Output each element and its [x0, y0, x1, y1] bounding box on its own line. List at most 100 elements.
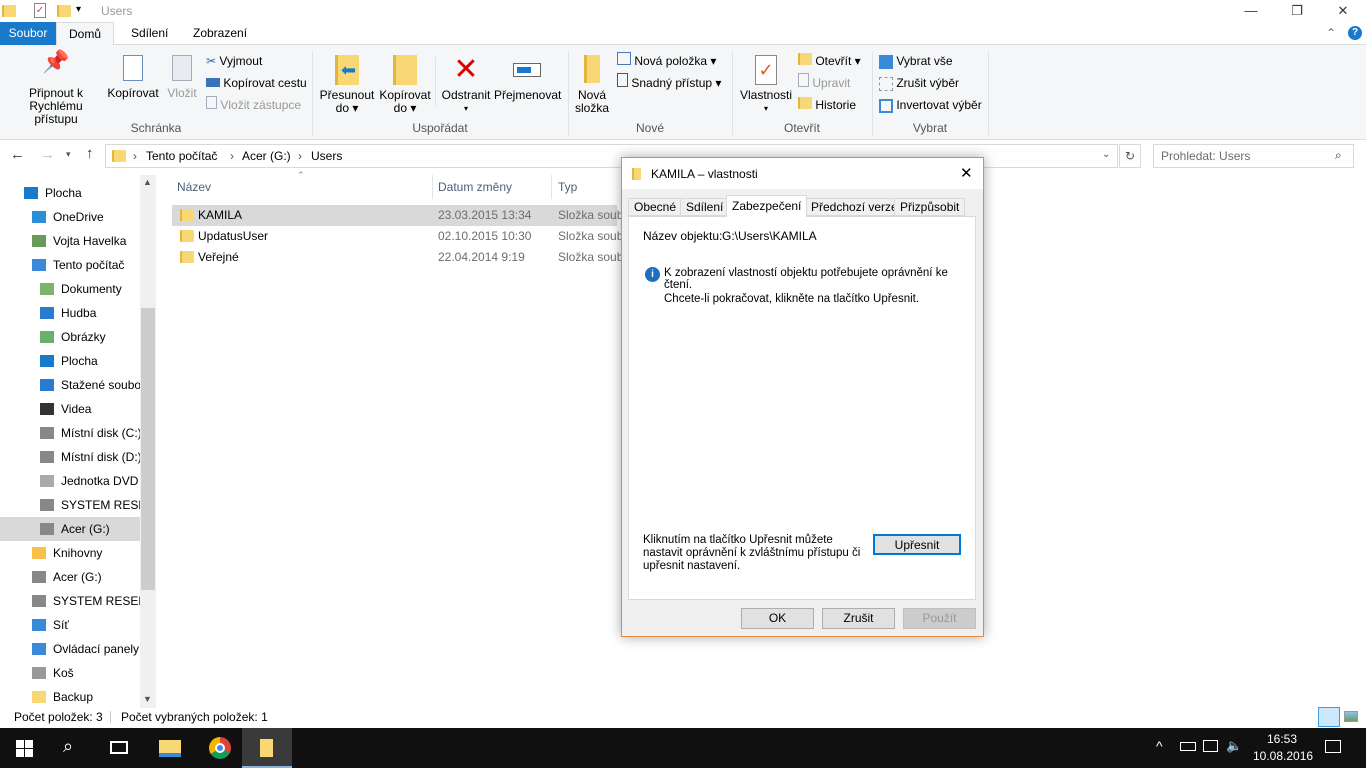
forward-button[interactable]: → — [40, 146, 55, 163]
refresh-button[interactable]: ↻ — [1119, 144, 1141, 168]
copy-to-button[interactable]: Kopírovat do ▾ — [378, 55, 432, 115]
breadcrumb-this-pc[interactable]: Tento počítač — [146, 149, 217, 163]
battery-icon[interactable] — [1180, 742, 1196, 751]
cut-button[interactable]: ✂ Vyjmout — [206, 51, 262, 71]
nav-item[interactable]: Síť — [0, 613, 140, 637]
volume-icon[interactable]: 🔈 — [1226, 738, 1242, 754]
search-input[interactable]: Prohledat: Users ⌕ — [1153, 144, 1354, 168]
paste-shortcut-button[interactable]: Vložit zástupce — [206, 95, 301, 115]
nav-item[interactable]: Plocha — [0, 181, 140, 205]
nav-item[interactable]: Jednotka DVD RW — [0, 469, 140, 493]
action-center-icon[interactable] — [1325, 740, 1341, 753]
nav-item[interactable]: Obrázky — [0, 325, 140, 349]
nav-item[interactable]: Koš — [0, 661, 140, 685]
nav-item[interactable]: OneDrive — [0, 205, 140, 229]
breadcrumb-users[interactable]: Users — [311, 149, 342, 163]
apply-button[interactable]: Použít — [903, 608, 976, 629]
advanced-button[interactable]: Upřesnit — [873, 534, 961, 555]
column-date[interactable]: Datum změny — [438, 180, 512, 194]
copy-path-button[interactable]: Kopírovat cestu — [206, 73, 307, 93]
ok-button[interactable]: OK — [741, 608, 814, 629]
nav-item[interactable]: Plocha — [0, 349, 140, 373]
paste-button[interactable]: Vložit — [164, 55, 200, 100]
close-button[interactable]: ✕ — [1320, 0, 1366, 22]
properties-quick-icon[interactable]: ✓ — [34, 3, 46, 18]
scroll-down-icon[interactable]: ▼ — [143, 694, 152, 704]
tab-general[interactable]: Obecné — [628, 198, 683, 216]
open-button[interactable]: Otevřít ▾ — [798, 51, 861, 71]
details-view-button[interactable] — [1318, 707, 1340, 727]
explorer-window-taskbar-button[interactable] — [242, 728, 292, 768]
show-hidden-icons[interactable]: ^ — [1156, 738, 1163, 754]
nav-item[interactable]: Místní disk (C:) — [0, 421, 140, 445]
recent-locations-button[interactable]: ▾ — [66, 149, 71, 160]
select-none-button[interactable]: Zrušit výběr — [879, 73, 959, 93]
collapse-ribbon-icon[interactable]: ⌃ — [1326, 26, 1336, 40]
scroll-up-icon[interactable]: ▲ — [143, 177, 152, 187]
column-type[interactable]: Typ — [558, 180, 577, 194]
search-taskbar-icon[interactable]: ⌕ — [63, 736, 73, 757]
nav-item[interactable]: SYSTEM RESERVED — [0, 493, 140, 517]
large-icons-view-button[interactable] — [1344, 711, 1358, 722]
nav-item[interactable]: Acer (G:) — [0, 565, 140, 589]
nav-item[interactable]: Tento počítač — [0, 253, 140, 277]
tab-file[interactable]: Soubor — [0, 22, 56, 45]
nav-item[interactable]: Backup — [0, 685, 140, 709]
nav-item-icon — [40, 403, 54, 415]
file-row[interactable]: Veřejné 22.04.2014 9:19 Složka souborů — [172, 247, 641, 268]
tab-sharing[interactable]: Sdílení — [680, 198, 730, 216]
tab-home[interactable]: Domů — [56, 22, 114, 46]
nav-item[interactable]: Videa — [0, 397, 140, 421]
pin-quick-access-button[interactable]: 📌 Připnout k Rychlému přístupu — [6, 51, 106, 126]
move-to-button[interactable]: ⬅ Přesunout do ▾ — [318, 55, 376, 115]
rename-button[interactable]: Přejmenovat — [494, 55, 561, 102]
new-folder-quick-icon[interactable] — [57, 5, 71, 17]
nav-item[interactable]: Acer (G:) — [0, 517, 140, 541]
maximize-button[interactable]: ❐ — [1274, 0, 1320, 22]
tab-security[interactable]: Zabezpečení — [726, 195, 808, 217]
copy-button[interactable]: Kopírovat — [106, 55, 160, 100]
nav-item[interactable]: Vojta Havelka — [0, 229, 140, 253]
up-button[interactable]: ↑ — [86, 145, 94, 162]
back-button[interactable]: ← — [10, 146, 25, 163]
file-explorer-taskbar-icon[interactable] — [159, 740, 181, 757]
start-button[interactable] — [16, 740, 34, 757]
minimize-button[interactable]: — — [1228, 0, 1274, 22]
new-folder-button[interactable]: Nová složka — [572, 55, 612, 115]
easy-access-button[interactable]: Snadný přístup ▾ — [617, 73, 721, 93]
tab-share[interactable]: Sdílení — [117, 22, 182, 45]
breadcrumb-drive[interactable]: Acer (G:) — [242, 149, 291, 163]
new-item-button[interactable]: Nová položka ▾ — [617, 51, 716, 71]
customize-toolbar-icon[interactable]: ▾ — [76, 4, 81, 15]
select-all-button[interactable]: Vybrat vše — [879, 51, 953, 71]
delete-button[interactable]: ✕ Odstranit ▾ — [440, 55, 492, 115]
chrome-taskbar-icon[interactable] — [209, 737, 231, 759]
nav-item[interactable]: Hudba — [0, 301, 140, 325]
file-row[interactable]: UpdatusUser 02.10.2015 10:30 Složka soubor… — [172, 226, 641, 247]
dialog-close-button[interactable]: ✕ — [960, 164, 973, 182]
help-icon[interactable]: ? — [1348, 26, 1362, 40]
nav-item[interactable]: Ovládací panely — [0, 637, 140, 661]
invert-selection-button[interactable]: Invertovat výběr — [879, 95, 982, 115]
column-name[interactable]: Název — [177, 180, 211, 194]
nav-scrollbar[interactable]: ▲ ▼ — [140, 175, 156, 708]
cancel-button[interactable]: Zrušit — [822, 608, 895, 629]
task-view-icon[interactable] — [110, 741, 128, 754]
nav-item[interactable]: SYSTEM RESERVED — [0, 589, 140, 613]
nav-item[interactable]: Místní disk (D:) — [0, 445, 140, 469]
nav-item[interactable]: Knihovny — [0, 541, 140, 565]
tab-previous-versions[interactable]: Předchozí verze — [805, 198, 904, 216]
clock-date[interactable]: 10.08.2016 — [1253, 749, 1313, 763]
clock-time[interactable]: 16:53 — [1267, 732, 1297, 746]
network-icon[interactable] — [1203, 740, 1218, 752]
scroll-thumb[interactable] — [141, 308, 155, 590]
properties-button[interactable]: ✓ Vlastnosti ▾ — [738, 55, 794, 115]
edit-button[interactable]: Upravit — [798, 73, 850, 93]
nav-item[interactable]: Dokumenty — [0, 277, 140, 301]
file-row[interactable]: KAMILA 23.03.2015 13:34 Složka souborů — [172, 205, 641, 226]
nav-item[interactable]: Stažené soubory — [0, 373, 140, 397]
address-dropdown-icon[interactable]: ⌄ — [1102, 149, 1110, 160]
tab-customize[interactable]: Přizpůsobit — [894, 198, 966, 216]
tab-view[interactable]: Zobrazení — [179, 22, 261, 45]
history-button[interactable]: Historie — [798, 95, 856, 115]
